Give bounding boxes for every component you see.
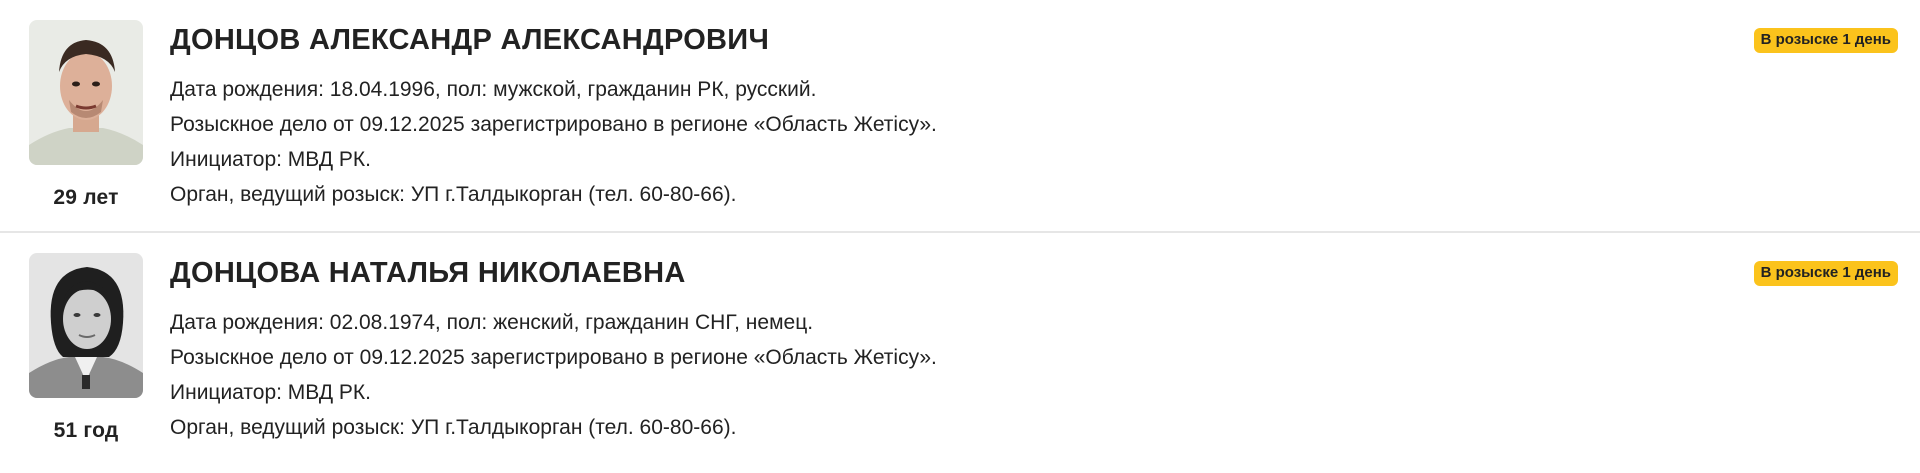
photo-column: 29 лет	[26, 20, 146, 210]
person-photo-image	[29, 20, 143, 165]
person-name[interactable]: ДОНЦОВ АЛЕКСАНДР АЛЕКСАНДРОВИЧ	[170, 22, 1880, 58]
wanted-duration-badge: В розыске 1 день	[1753, 28, 1898, 53]
initiator-info: Инициатор: МВД РК.	[170, 148, 371, 171]
age-label: 29 лет	[53, 186, 119, 209]
search-authority-info: Орган, ведущий розыск: УП г.Талдыкорган …	[170, 416, 737, 439]
person-info: ДОНЦОВ АЛЕКСАНДР АЛЕКСАНДРОВИЧ Дата рожд…	[170, 18, 1880, 212]
person-photo[interactable]	[29, 253, 143, 398]
initiator-info: Инициатор: МВД РК.	[170, 381, 371, 404]
photo-column: 51 год	[26, 253, 146, 443]
person-info: ДОНЦОВА НАТАЛЬЯ НИКОЛАЕВНА Дата рождения…	[170, 251, 1880, 445]
person-photo[interactable]	[29, 20, 143, 165]
list-item[interactable]: 51 год ДОНЦОВА НАТАЛЬЯ НИКОЛАЕВНА Дата р…	[0, 233, 1920, 466]
birth-info: Дата рождения: 02.08.1974, пол: женский,…	[170, 311, 814, 334]
wanted-persons-list: 29 лет ДОНЦОВ АЛЕКСАНДР АЛЕКСАНДРОВИЧ Да…	[0, 0, 1920, 473]
person-name[interactable]: ДОНЦОВА НАТАЛЬЯ НИКОЛАЕВНА	[170, 255, 1880, 291]
birth-info: Дата рождения: 18.04.1996, пол: мужской,…	[170, 78, 817, 101]
wanted-duration-badge: В розыске 1 день	[1753, 261, 1898, 286]
case-info: Розыскное дело от 09.12.2025 зарегистрир…	[170, 346, 937, 369]
age-label: 51 год	[53, 419, 119, 442]
person-photo-image	[29, 253, 143, 398]
case-info: Розыскное дело от 09.12.2025 зарегистрир…	[170, 113, 937, 136]
list-item[interactable]: 29 лет ДОНЦОВ АЛЕКСАНДР АЛЕКСАНДРОВИЧ Да…	[0, 0, 1920, 233]
search-authority-info: Орган, ведущий розыск: УП г.Талдыкорган …	[170, 183, 737, 206]
